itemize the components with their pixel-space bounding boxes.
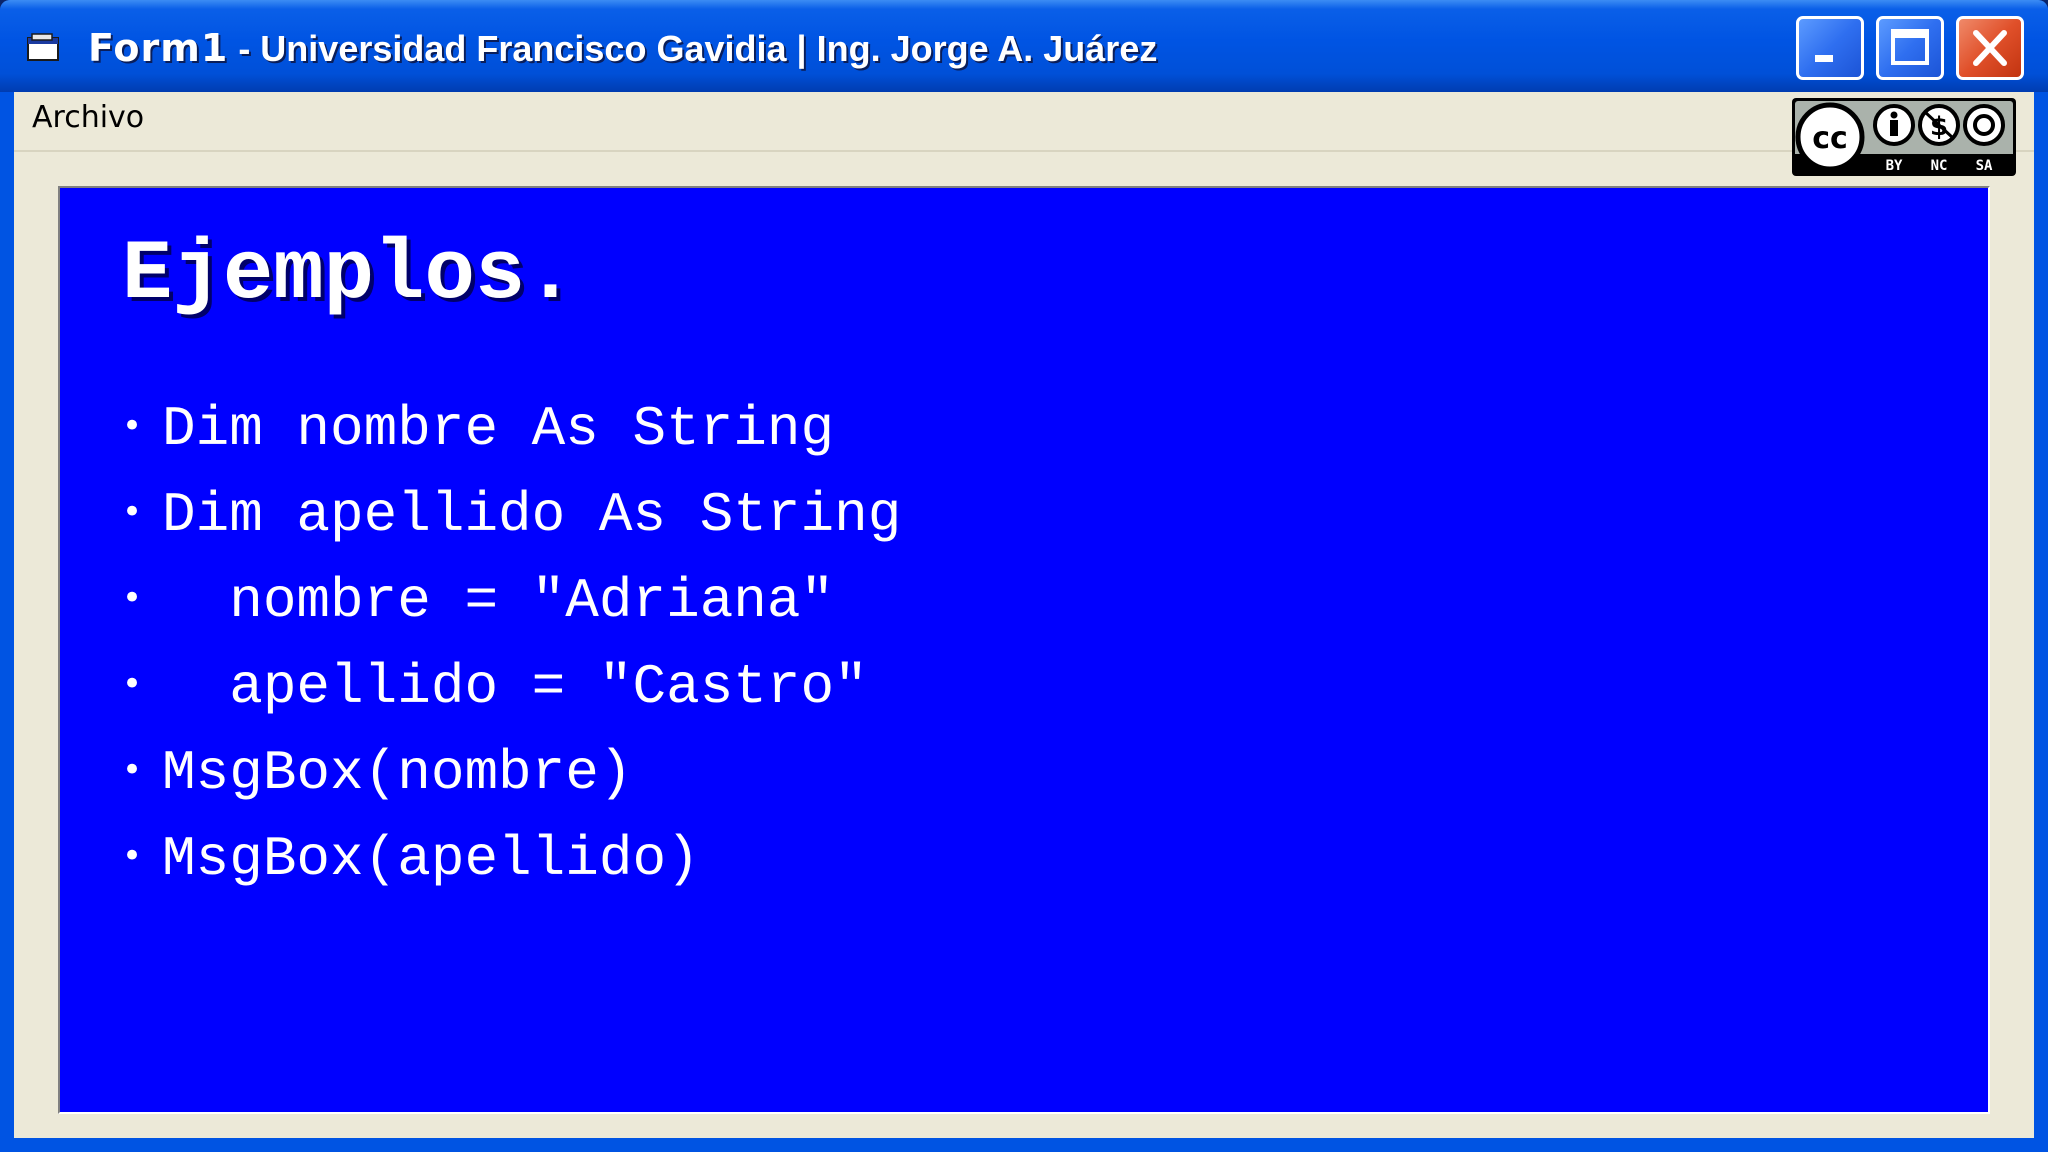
creative-commons-license-icon: cc $ BY NC SA [1792, 98, 2016, 176]
close-icon [1973, 30, 2007, 66]
bullet-dot-icon: • [122, 750, 143, 790]
code-bullet-list: • Dim nombre As String • Dim apellido As S… [122, 386, 901, 902]
bullet-text: MsgBox(apellido) [162, 827, 700, 891]
license-label-nc: NC [1931, 158, 1948, 174]
bullet-text: Dim apellido As String [162, 483, 902, 547]
license-label-by: BY [1886, 158, 1903, 174]
bullet-item: • MsgBox(apellido) [122, 816, 901, 902]
bullet-item: • MsgBox(nombre) [122, 730, 901, 816]
window-client-area: Archivo cc $ BY NC SA Ejemplos. • Dim nom… [14, 92, 2034, 1138]
svg-text:cc: cc [1812, 121, 1848, 156]
bullet-text: nombre = "Adriana" [162, 569, 835, 633]
slide-title: Ejemplos. [122, 228, 576, 323]
title-bar[interactable]: Form1 - Universidad Francisco Gavidia | … [0, 0, 2048, 92]
bullet-item: • apellido = "Castro" [122, 644, 901, 730]
bullet-item: • Dim nombre As String [122, 386, 901, 472]
menu-item-archivo[interactable]: Archivo [32, 100, 144, 135]
maximize-button[interactable] [1876, 16, 1944, 80]
license-label-sa: SA [1976, 158, 1993, 174]
window-title-rest: - Universidad Francisco Gavidia | Ing. J… [228, 28, 1158, 69]
slide-panel: Ejemplos. • Dim nombre As String • Dim ape… [58, 186, 1990, 1114]
window-title: Form1 - Universidad Francisco Gavidia | … [88, 26, 1157, 70]
bullet-text: MsgBox(nombre) [162, 741, 633, 805]
bullet-text: Dim nombre As String [162, 397, 835, 461]
minimize-icon [1815, 55, 1833, 62]
bullet-text: apellido = "Castro" [162, 655, 868, 719]
application-window: Form1 - Universidad Francisco Gavidia | … [0, 0, 2048, 1152]
bullet-dot-icon: • [122, 492, 143, 532]
form-window-icon[interactable] [26, 32, 62, 62]
minimize-button[interactable] [1796, 16, 1864, 80]
bullet-dot-icon: • [122, 578, 143, 618]
bullet-item: • Dim apellido As String [122, 472, 901, 558]
bullet-dot-icon: • [122, 406, 143, 446]
menu-bar: Archivo [14, 92, 2034, 152]
window-title-form: Form1 [88, 26, 229, 70]
close-button[interactable] [1956, 16, 2024, 80]
bullet-dot-icon: • [122, 664, 143, 704]
maximize-icon [1891, 29, 1929, 65]
bullet-dot-icon: • [122, 836, 143, 876]
bullet-item: • nombre = "Adriana" [122, 558, 901, 644]
